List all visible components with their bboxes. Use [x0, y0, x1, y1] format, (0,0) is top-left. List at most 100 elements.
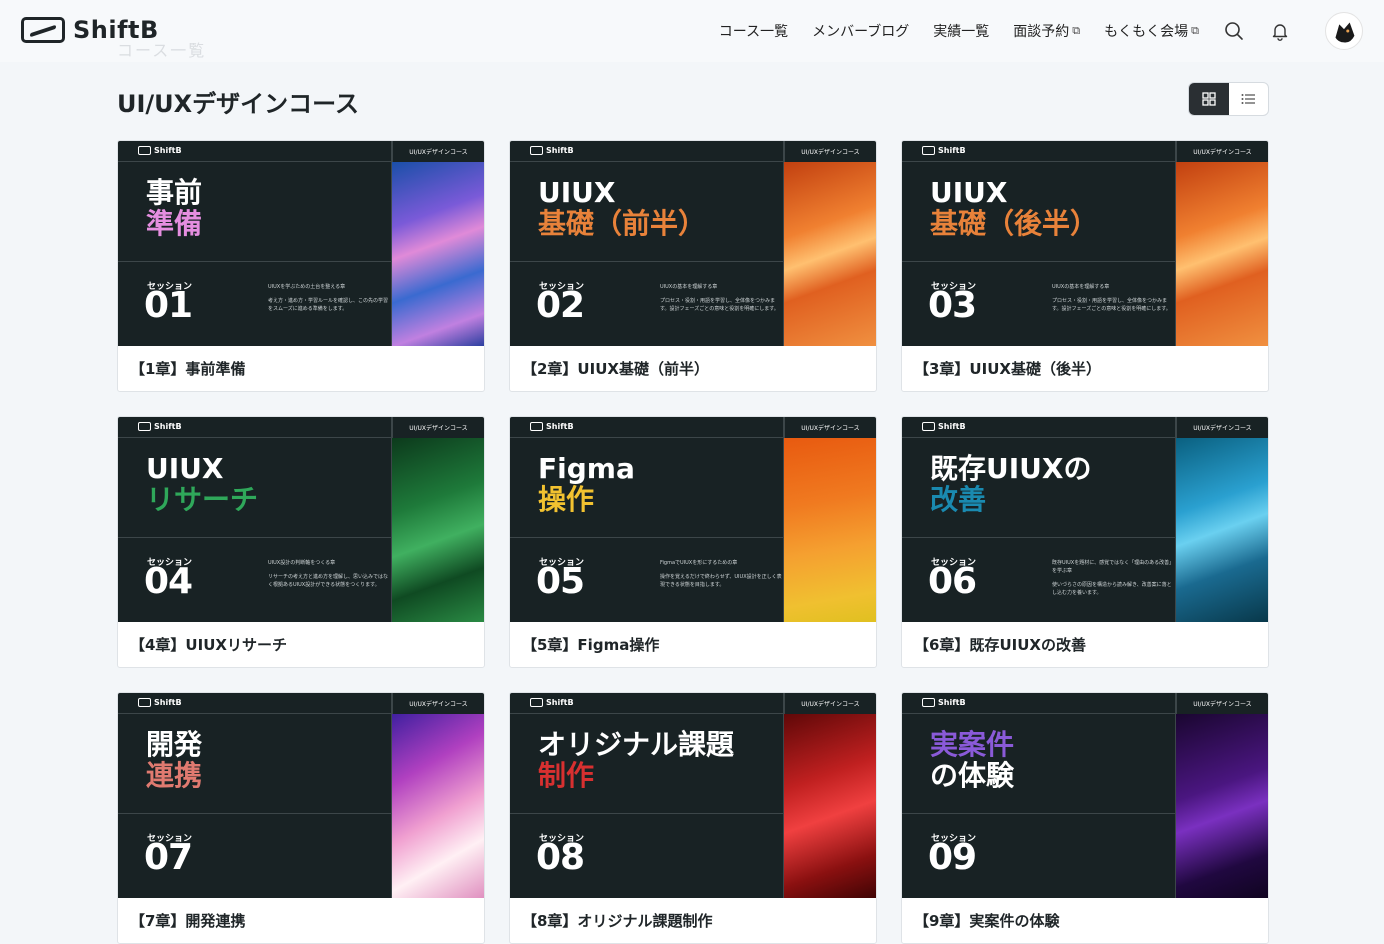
- course-card[interactable]: ShiftB UI/UXデザインコース UIUX 基礎（後半） セッション 03…: [901, 140, 1269, 392]
- thumbnail-course-tag: UI/UXデザインコース: [1176, 417, 1268, 438]
- thumbnail-course-tag: UI/UXデザインコース: [784, 693, 876, 714]
- course-card[interactable]: ShiftB UI/UXデザインコース UIUX リサーチ セッション 04 U…: [117, 416, 485, 668]
- list-view-button[interactable]: [1229, 83, 1269, 115]
- card-title: 【3章】UIUX基礎（後半）: [914, 360, 1101, 378]
- description-lead: UIUX設計の判断軸をつくる章: [268, 560, 336, 566]
- course-card[interactable]: ShiftB UI/UXデザインコース 既存UIUXの 改善 セッション 06 …: [901, 416, 1269, 668]
- logo-mark-icon: [138, 146, 151, 155]
- thumbnail-topbar: ShiftB: [902, 693, 1176, 714]
- nav-course-list[interactable]: コース一覧: [719, 21, 788, 41]
- course-card[interactable]: ShiftB UI/UXデザインコース 開発 連携 セッション 07 【7章】開…: [117, 692, 485, 944]
- thumbnail-artwork: [1176, 162, 1268, 346]
- course-thumbnail: ShiftB UI/UXデザインコース オリジナル課題 制作 セッション 08: [510, 693, 876, 898]
- thumbnail-title-line2: 改善: [930, 483, 987, 516]
- course-card[interactable]: ShiftB UI/UXデザインコース オリジナル課題 制作 セッション 08 …: [509, 692, 877, 944]
- thumbnail-logo: ShiftB: [530, 422, 574, 431]
- external-link-icon: ⧉: [1072, 24, 1081, 37]
- course-thumbnail: ShiftB UI/UXデザインコース 実案件 の体験 セッション 09: [902, 693, 1268, 898]
- divider: [783, 141, 784, 346]
- thumbnail-artwork: [392, 714, 484, 898]
- divider: [902, 813, 1176, 814]
- logo-mark-icon: [530, 146, 543, 155]
- user-avatar[interactable]: [1325, 12, 1363, 50]
- nav-member-blog[interactable]: メンバーブログ: [812, 21, 909, 41]
- nav-label: コース一覧: [718, 24, 789, 40]
- session-number: 05: [536, 561, 585, 602]
- nav-interview-booking[interactable]: 面談予約 ⧉: [1013, 21, 1080, 41]
- thumbnail-course-tag: UI/UXデザインコース: [392, 141, 484, 162]
- thumbnail-logo: ShiftB: [530, 698, 574, 707]
- thumbnail-title-line1: 開発: [146, 728, 203, 761]
- session-number: 06: [928, 561, 977, 602]
- session-number: 03: [928, 285, 977, 326]
- thumbnail-logo: ShiftB: [922, 422, 966, 431]
- course-thumbnail: ShiftB UI/UXデザインコース UIUX 基礎（後半） セッション 03…: [902, 141, 1268, 346]
- thumbnail-artwork: [784, 438, 876, 622]
- thumbnail-description: UIUXを学ぶための土台を整える章 考え方・進め方・学習ルールを確認し、この先の…: [268, 283, 390, 313]
- thumbnail-title-line2: 連携: [146, 759, 203, 792]
- logo-mark-icon: [138, 422, 151, 431]
- card-title: 【6章】既存UIUXの改善: [914, 636, 1086, 654]
- thumbnail-course-tag: UI/UXデザインコース: [1176, 693, 1268, 714]
- nav-label: 面談予約: [1013, 24, 1070, 40]
- thumbnail-title-line1: Figma: [538, 452, 635, 485]
- thumbnail-title-line1: 事前: [146, 176, 203, 209]
- logo-mark-icon: [922, 146, 935, 155]
- logo-mark-icon: [922, 422, 935, 431]
- thumbnail-title-line2: 基礎（前半）: [538, 207, 707, 240]
- thumbnail-title-line2: 操作: [538, 483, 595, 516]
- thumbnail-topbar: ShiftB: [510, 693, 784, 714]
- card-title: 【8章】オリジナル課題制作: [522, 912, 713, 930]
- thumbnail-title-line1: オリジナル課題: [538, 728, 735, 761]
- description-body: 使いづらさの原因を構造から読み解き、改善案に落とし込む力を養います。: [1052, 582, 1172, 596]
- divider: [1175, 417, 1176, 622]
- course-card[interactable]: ShiftB UI/UXデザインコース 実案件 の体験 セッション 09 【9章…: [901, 692, 1269, 944]
- card-title: 【2章】UIUX基礎（前半）: [522, 360, 709, 378]
- course-thumbnail: ShiftB UI/UXデザインコース Figma 操作 セッション 05 Fi…: [510, 417, 876, 622]
- card-title: 【7章】開発連携: [130, 912, 246, 930]
- thumbnail-course-tag: UI/UXデザインコース: [392, 417, 484, 438]
- list-view-icon: [1241, 94, 1255, 104]
- thumbnail-artwork: [1176, 438, 1268, 622]
- nav-achievements[interactable]: 実績一覧: [933, 21, 989, 41]
- nav-label: もくもく会場: [1104, 24, 1189, 40]
- thumbnail-logo-text: ShiftB: [154, 698, 182, 707]
- thumbnail-artwork: [392, 438, 484, 622]
- thumbnail-logo: ShiftB: [922, 698, 966, 707]
- session-number: 02: [536, 285, 585, 326]
- description-body: リサーチの考え方と進め方を理解し、思い込みではなく根拠あるUIUX設計ができる状…: [268, 574, 389, 588]
- thumbnail-description: UIUX設計の判断軸をつくる章 リサーチの考え方と進め方を理解し、思い込みではな…: [268, 559, 390, 589]
- thumbnail-artwork: [784, 714, 876, 898]
- view-toggle: [1188, 82, 1269, 116]
- thumbnail-logo-text: ShiftB: [546, 422, 574, 431]
- bell-icon[interactable]: [1269, 20, 1291, 42]
- course-thumbnail: ShiftB UI/UXデザインコース 事前 準備 セッション 01 UIUXを…: [118, 141, 484, 346]
- thumbnail-topbar: ShiftB: [510, 141, 784, 162]
- nav-label: 実績一覧: [933, 24, 990, 40]
- thumbnail-topbar: ShiftB: [902, 417, 1176, 438]
- nav-mokumoku[interactable]: もくもく会場 ⧉: [1104, 21, 1199, 41]
- thumbnail-description: [1052, 835, 1174, 841]
- thumbnail-logo: ShiftB: [138, 422, 182, 431]
- search-icon[interactable]: [1223, 20, 1245, 42]
- thumbnail-topbar: ShiftB: [510, 417, 784, 438]
- thumbnail-title-line2: 制作: [538, 759, 595, 792]
- thumbnail-artwork: [784, 162, 876, 346]
- divider: [783, 417, 784, 622]
- course-card[interactable]: ShiftB UI/UXデザインコース 事前 準備 セッション 01 UIUXを…: [117, 140, 485, 392]
- logo-mark-icon: [530, 422, 543, 431]
- course-thumbnail: ShiftB UI/UXデザインコース 既存UIUXの 改善 セッション 06 …: [902, 417, 1268, 622]
- course-card[interactable]: ShiftB UI/UXデザインコース UIUX 基礎（前半） セッション 02…: [509, 140, 877, 392]
- grid-view-icon: [1202, 92, 1216, 106]
- divider: [391, 141, 392, 346]
- session-number: 07: [144, 837, 193, 878]
- thumbnail-logo-text: ShiftB: [938, 146, 966, 155]
- external-link-icon: ⧉: [1191, 24, 1199, 37]
- thumbnail-topbar: ShiftB: [118, 141, 392, 162]
- description-lead: 既存UIUXを題材に、感覚ではなく「理由のある改善」を学ぶ章: [1052, 560, 1172, 574]
- logo-mark-icon: [21, 17, 65, 43]
- course-card[interactable]: ShiftB UI/UXデザインコース Figma 操作 セッション 05 Fi…: [509, 416, 877, 668]
- thumbnail-title-line1: 既存UIUXの: [930, 452, 1092, 485]
- thumbnail-artwork: [392, 162, 484, 346]
- grid-view-button[interactable]: [1189, 83, 1229, 115]
